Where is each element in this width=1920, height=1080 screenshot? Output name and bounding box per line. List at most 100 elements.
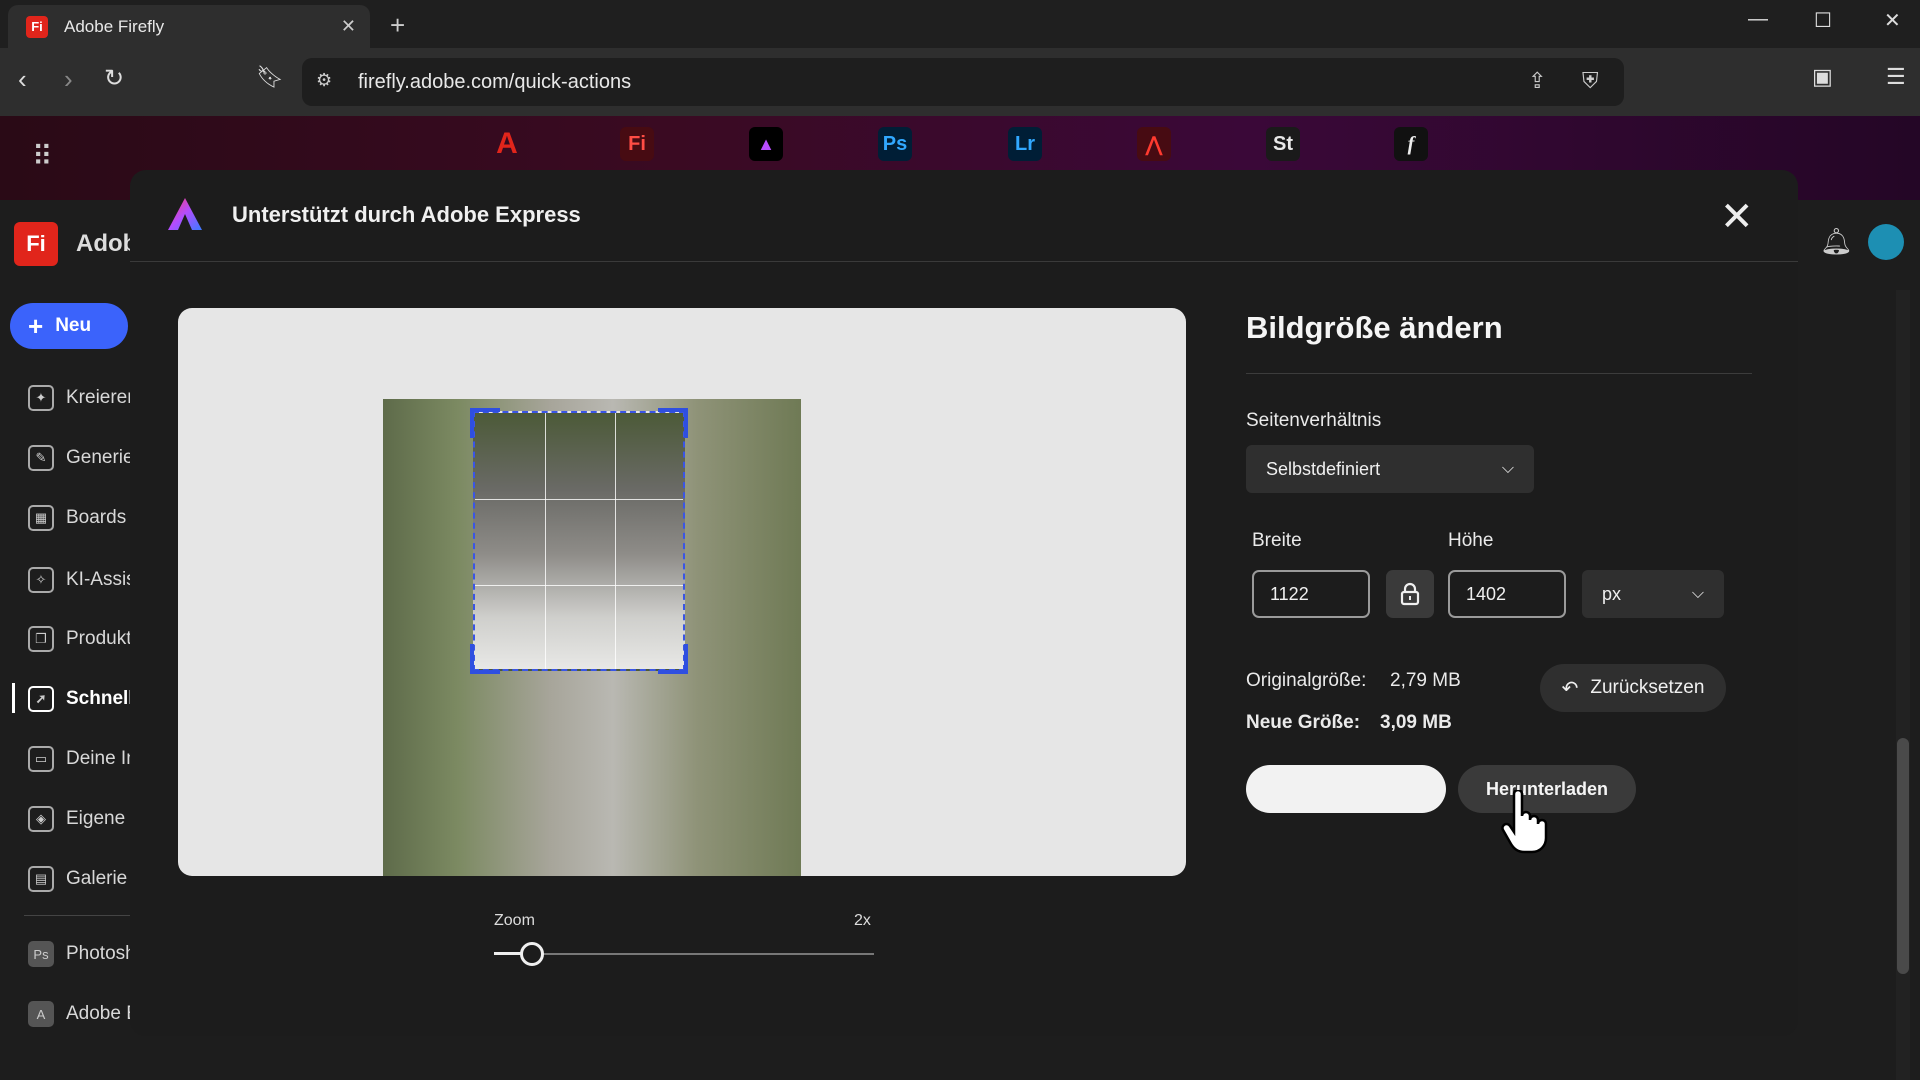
maximize-icon[interactable]: ☐ [1814, 8, 1832, 33]
firefly-app-icon[interactable]: Fi [620, 127, 654, 161]
ai-assistant-icon: ✧ [28, 567, 54, 593]
original-size-label: Originalgröße: [1246, 670, 1367, 691]
modal-header: Unterstützt durch Adobe Express ✕ [130, 170, 1798, 262]
new-tab-icon[interactable]: + [390, 10, 405, 41]
rocket-icon: ➚ [28, 686, 54, 712]
sidebar-item-custom[interactable]: ◈ Eigene I [28, 806, 136, 832]
sidebar-toggle-icon[interactable]: ▣ [1812, 64, 1833, 90]
modal-title: Unterstützt durch Adobe Express [232, 202, 581, 227]
sidebar-item-label: Generie [66, 447, 134, 468]
resize-image-modal: Unterstützt durch Adobe Express ✕ Zoom 2… [130, 170, 1798, 1036]
sidebar-item-label: Eigene I [66, 808, 136, 829]
share-icon[interactable]: ⇪ [1528, 68, 1546, 94]
photoshop-icon: Ps [28, 941, 54, 967]
forward-icon[interactable]: › [64, 64, 73, 95]
zoom-slider-thumb[interactable] [520, 942, 544, 966]
firefly-logo-icon: Fi [14, 222, 58, 266]
sidebar-item-your-files[interactable]: ▭ Deine In [28, 746, 137, 772]
sidebar-item-quick-actions[interactable]: ➚ Schnell [28, 686, 134, 712]
height-input[interactable] [1448, 570, 1566, 618]
crop-handle-bottom-right[interactable] [658, 644, 688, 674]
chevron-down-icon: ⌵ [1691, 585, 1704, 602]
active-indicator [12, 683, 15, 713]
grid-line [615, 413, 616, 669]
fonts-app-icon[interactable]: f [1394, 127, 1428, 161]
minimize-icon[interactable]: — [1748, 8, 1768, 31]
sidebar-item-label: Boards [66, 507, 127, 528]
adobe-logo-icon[interactable]: A [490, 127, 524, 161]
url-text: firefly.adobe.com/quick-actions [358, 70, 632, 93]
page-scrollbar-thumb[interactable] [1897, 738, 1909, 974]
menu-icon[interactable]: ☰ [1886, 64, 1906, 90]
width-input[interactable] [1252, 570, 1370, 618]
stock-app-icon[interactable]: St [1266, 127, 1300, 161]
browser-tabbar: Fi Adobe Firefly ✕ + — ☐ ✕ [0, 0, 1920, 48]
unit-dropdown[interactable]: px ⌵ [1582, 570, 1724, 618]
brand-name: Adob [76, 230, 138, 257]
sidebar-item-ai-assistant[interactable]: ✧ KI-Assis [28, 567, 136, 593]
new-size-value: 3,09 MB [1380, 712, 1452, 733]
sidebar-item-label: Kreieren [66, 387, 138, 408]
browser-toolbar: ‹ › ↻ 🔖︎ ⚙︎ firefly.adobe.com/quick-acti… [0, 48, 1920, 116]
sidebar-item-products[interactable]: ❐ Produkt [28, 626, 131, 652]
sidebar-item-boards[interactable]: ▦ Boards [28, 505, 126, 531]
sidebar-item-label: Photosh [66, 943, 136, 964]
close-window-icon[interactable]: ✕ [1884, 8, 1901, 33]
grid-line [475, 499, 683, 500]
sidebar-item-create[interactable]: ✦ Kreieren [28, 385, 138, 411]
unit-value: px [1602, 583, 1622, 604]
boards-icon: ▦ [28, 505, 54, 531]
zoom-max-label: 2x [854, 912, 871, 929]
zoom-slider-track[interactable] [494, 953, 874, 955]
aspect-ratio-label: Seitenverhältnis [1246, 410, 1382, 431]
crop-handle-top-right[interactable] [658, 408, 688, 438]
site-settings-icon[interactable]: ⚙︎ [316, 70, 332, 91]
undo-icon: ↶ [1561, 677, 1579, 700]
sidebar-item-label: Adobe E [66, 1003, 139, 1024]
sidebar-item-label: Galerie [66, 868, 128, 889]
lightroom-app-icon[interactable]: Lr [1008, 127, 1042, 161]
grid-line [475, 585, 683, 586]
avatar[interactable] [1868, 224, 1904, 260]
sidebar-item-photoshop[interactable]: Ps Photosh [28, 941, 136, 967]
aspect-lock-button[interactable] [1386, 570, 1434, 618]
crop-handle-bottom-left[interactable] [470, 644, 500, 674]
create-icon: ✦ [28, 385, 54, 411]
firefly-favicon: Fi [26, 15, 48, 38]
image-preview [178, 308, 1186, 876]
crop-area[interactable] [473, 411, 685, 671]
new-button[interactable]: + Neu [10, 303, 128, 349]
express-app-icon[interactable]: ▲ [749, 127, 783, 161]
bookmark-icon[interactable]: 🔖︎ [256, 64, 284, 90]
primary-action-button[interactable] [1246, 765, 1446, 813]
brave-shield-icon[interactable]: ⛨ [1582, 68, 1599, 94]
reload-icon[interactable]: ↻ [104, 64, 124, 93]
acrobat-app-icon[interactable]: ⋀ [1137, 127, 1171, 161]
grid-line [545, 413, 546, 669]
photoshop-app-icon[interactable]: Ps [878, 127, 912, 161]
folder-icon: ▭ [28, 746, 54, 772]
custom-icon: ◈ [28, 806, 54, 832]
notification-bell-icon[interactable]: 🔔︎ [1820, 226, 1853, 257]
adobe-express-logo-icon [168, 198, 202, 230]
aspect-ratio-value: Selbstdefiniert [1266, 458, 1381, 479]
back-icon[interactable]: ‹ [18, 64, 27, 95]
aspect-ratio-dropdown[interactable]: Selbstdefiniert ⌵ [1246, 445, 1534, 493]
sidebar-item-label: Schnell [66, 688, 134, 709]
app-grid-icon[interactable]: ⠿ [32, 140, 55, 173]
browser-tab[interactable]: Fi Adobe Firefly ✕ [8, 5, 370, 48]
sidebar-item-generate[interactable]: ✎ Generie [28, 445, 134, 471]
sidebar-item-adobe-express[interactable]: A Adobe E [28, 1001, 139, 1027]
address-bar[interactable]: ⚙︎ firefly.adobe.com/quick-actions ⇪ ⛨ [302, 58, 1624, 106]
generate-icon: ✎ [28, 445, 54, 471]
panel-title: Bildgröße ändern [1246, 310, 1503, 345]
crop-handle-top-left[interactable] [470, 408, 500, 438]
close-tab-icon[interactable]: ✕ [341, 16, 356, 37]
reset-button[interactable]: ↶ Zurücksetzen [1540, 664, 1726, 712]
close-icon[interactable]: ✕ [1720, 194, 1754, 240]
sidebar-item-gallery[interactable]: ▤ Galerie [28, 866, 127, 892]
original-size-value: 2,79 MB [1390, 670, 1461, 691]
panel-divider [1246, 373, 1752, 374]
plus-icon: + [28, 310, 44, 341]
tab-title: Adobe Firefly [64, 16, 165, 36]
